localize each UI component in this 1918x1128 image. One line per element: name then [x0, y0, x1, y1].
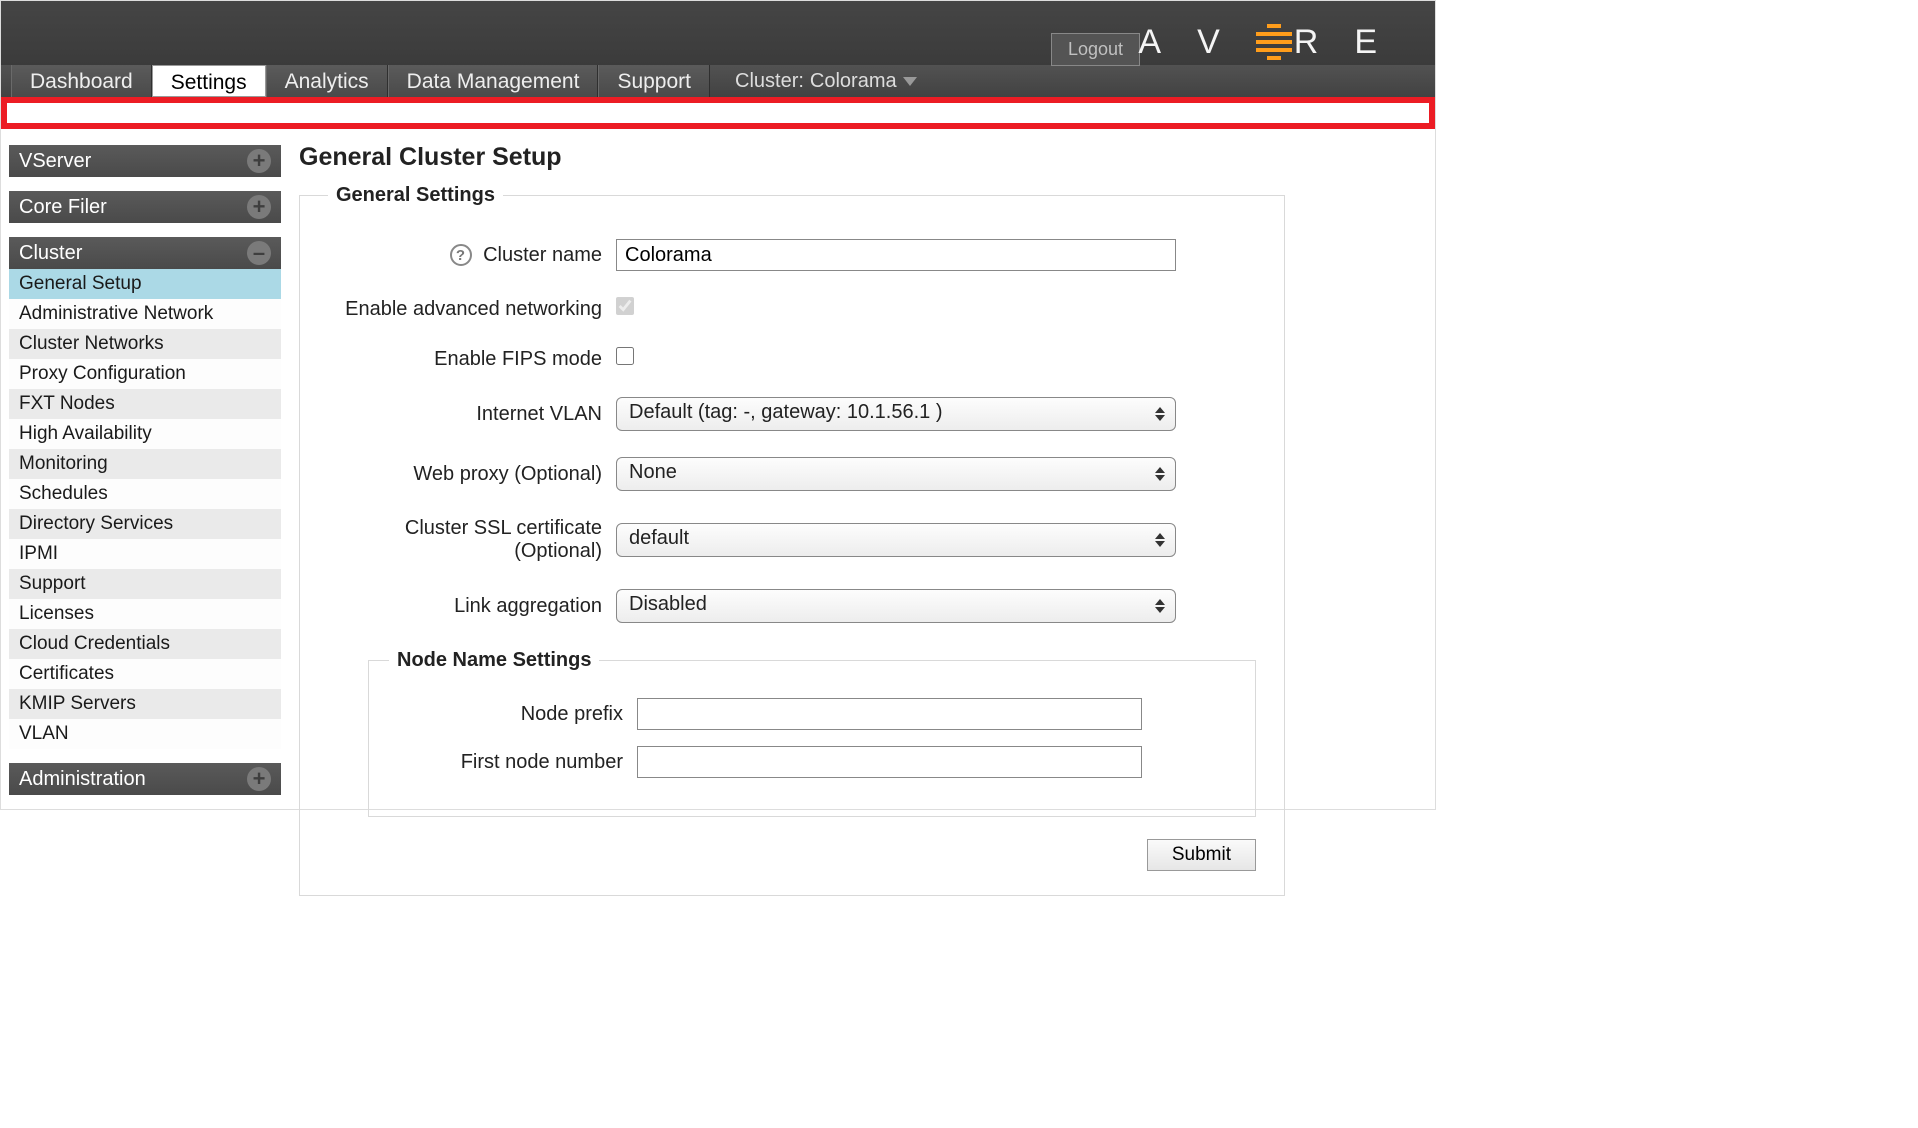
- sidebar-item-directory-services[interactable]: Directory Services: [9, 509, 281, 539]
- link-agg-value: Disabled: [629, 593, 707, 615]
- ssl-cert-label-line2: (Optional): [514, 540, 602, 562]
- brand-e-icon: [1256, 24, 1292, 60]
- sidebar-item-proxy-configuration[interactable]: Proxy Configuration: [9, 359, 281, 389]
- sidebar-section-label: Core Filer: [19, 196, 107, 219]
- top-header: Logout AV RE: [1, 1, 1435, 65]
- internet-vlan-value: Default (tag: -, gateway: 10.1.56.1 ): [629, 401, 943, 423]
- select-arrows-icon: [1155, 533, 1165, 547]
- sidebar-item-admin-network[interactable]: Administrative Network: [9, 299, 281, 329]
- help-icon[interactable]: ?: [450, 244, 472, 266]
- logout-button[interactable]: Logout: [1051, 33, 1140, 66]
- select-arrows-icon: [1155, 599, 1165, 613]
- select-arrows-icon: [1155, 467, 1165, 481]
- enable-adv-net-label: Enable advanced networking: [328, 298, 616, 321]
- ssl-cert-label-line1: Cluster SSL certificate: [405, 517, 602, 539]
- sidebar-item-general-setup[interactable]: General Setup: [9, 269, 281, 299]
- ssl-cert-select[interactable]: default: [616, 523, 1176, 557]
- sidebar-item-licenses[interactable]: Licenses: [9, 599, 281, 629]
- sidebar-section-cluster[interactable]: Cluster –: [9, 237, 281, 269]
- general-settings-fieldset: General Settings ? Cluster name Enable a…: [299, 184, 1285, 896]
- internet-vlan-label: Internet VLAN: [328, 403, 616, 426]
- select-arrows-icon: [1155, 407, 1165, 421]
- tab-dashboard[interactable]: Dashboard: [11, 65, 152, 97]
- web-proxy-select[interactable]: None: [616, 457, 1176, 491]
- plus-icon: +: [247, 195, 271, 219]
- main-content: General Cluster Setup General Settings ?…: [281, 129, 1435, 916]
- sidebar-item-support[interactable]: Support: [9, 569, 281, 599]
- sidebar-item-schedules[interactable]: Schedules: [9, 479, 281, 509]
- first-node-number-label: First node number: [389, 751, 637, 774]
- sidebar-section-vserver[interactable]: VServer +: [9, 145, 281, 177]
- cluster-name-label: Colorama: [810, 70, 897, 93]
- node-name-settings-legend: Node Name Settings: [389, 649, 599, 672]
- sidebar-item-vlan[interactable]: VLAN: [9, 719, 281, 749]
- tab-settings[interactable]: Settings: [152, 65, 266, 97]
- sidebar-item-cluster-networks[interactable]: Cluster Networks: [9, 329, 281, 359]
- tab-analytics[interactable]: Analytics: [266, 65, 388, 97]
- link-agg-label: Link aggregation: [328, 595, 616, 618]
- minus-icon: –: [247, 241, 271, 265]
- brand-logo: AV RE: [1138, 23, 1377, 62]
- sidebar-item-cloud-credentials[interactable]: Cloud Credentials: [9, 629, 281, 659]
- sidebar-item-kmip-servers[interactable]: KMIP Servers: [9, 689, 281, 719]
- sidebar-item-monitoring[interactable]: Monitoring: [9, 449, 281, 479]
- settings-sidebar: VServer + Core Filer + Cluster – General…: [1, 129, 281, 795]
- sidebar-item-certificates[interactable]: Certificates: [9, 659, 281, 689]
- settings-tab-highlight: [1, 97, 1435, 129]
- node-name-settings-fieldset: Node Name Settings Node prefix First nod…: [368, 649, 1256, 817]
- web-proxy-label: Web proxy (Optional): [328, 463, 616, 486]
- sidebar-item-fxt-nodes[interactable]: FXT Nodes: [9, 389, 281, 419]
- sidebar-section-administration[interactable]: Administration +: [9, 763, 281, 795]
- sidebar-section-core-filer[interactable]: Core Filer +: [9, 191, 281, 223]
- page-title: General Cluster Setup: [299, 143, 1285, 172]
- enable-fips-label: Enable FIPS mode: [328, 348, 616, 371]
- sidebar-item-ipmi[interactable]: IPMI: [9, 539, 281, 569]
- cluster-label-prefix: Cluster:: [735, 70, 804, 93]
- enable-fips-checkbox[interactable]: [616, 347, 634, 365]
- first-node-number-input[interactable]: [637, 746, 1142, 778]
- enable-adv-net-checkbox: [616, 297, 634, 315]
- tab-data-management[interactable]: Data Management: [388, 65, 599, 97]
- cluster-name-input[interactable]: [616, 239, 1176, 271]
- general-settings-legend: General Settings: [328, 184, 503, 207]
- node-prefix-input[interactable]: [637, 698, 1142, 730]
- plus-icon: +: [247, 149, 271, 173]
- internet-vlan-select[interactable]: Default (tag: -, gateway: 10.1.56.1 ): [616, 397, 1176, 431]
- plus-icon: +: [247, 767, 271, 791]
- submit-button[interactable]: Submit: [1147, 839, 1256, 871]
- ssl-cert-value: default: [629, 527, 689, 549]
- tab-support[interactable]: Support: [598, 65, 710, 97]
- sidebar-cluster-items: General Setup Administrative Network Clu…: [9, 269, 281, 749]
- sidebar-section-label: Administration: [19, 768, 146, 791]
- sidebar-section-label: Cluster: [19, 242, 82, 265]
- sidebar-item-high-availability[interactable]: High Availability: [9, 419, 281, 449]
- node-prefix-label: Node prefix: [389, 703, 637, 726]
- chevron-down-icon: [903, 77, 917, 86]
- link-agg-select[interactable]: Disabled: [616, 589, 1176, 623]
- sidebar-section-label: VServer: [19, 150, 91, 173]
- web-proxy-value: None: [629, 461, 677, 483]
- main-tabs: Dashboard Settings Analytics Data Manage…: [1, 65, 1435, 97]
- cluster-name-label: Cluster name: [483, 244, 602, 266]
- cluster-dropdown[interactable]: Cluster: Colorama: [735, 65, 917, 97]
